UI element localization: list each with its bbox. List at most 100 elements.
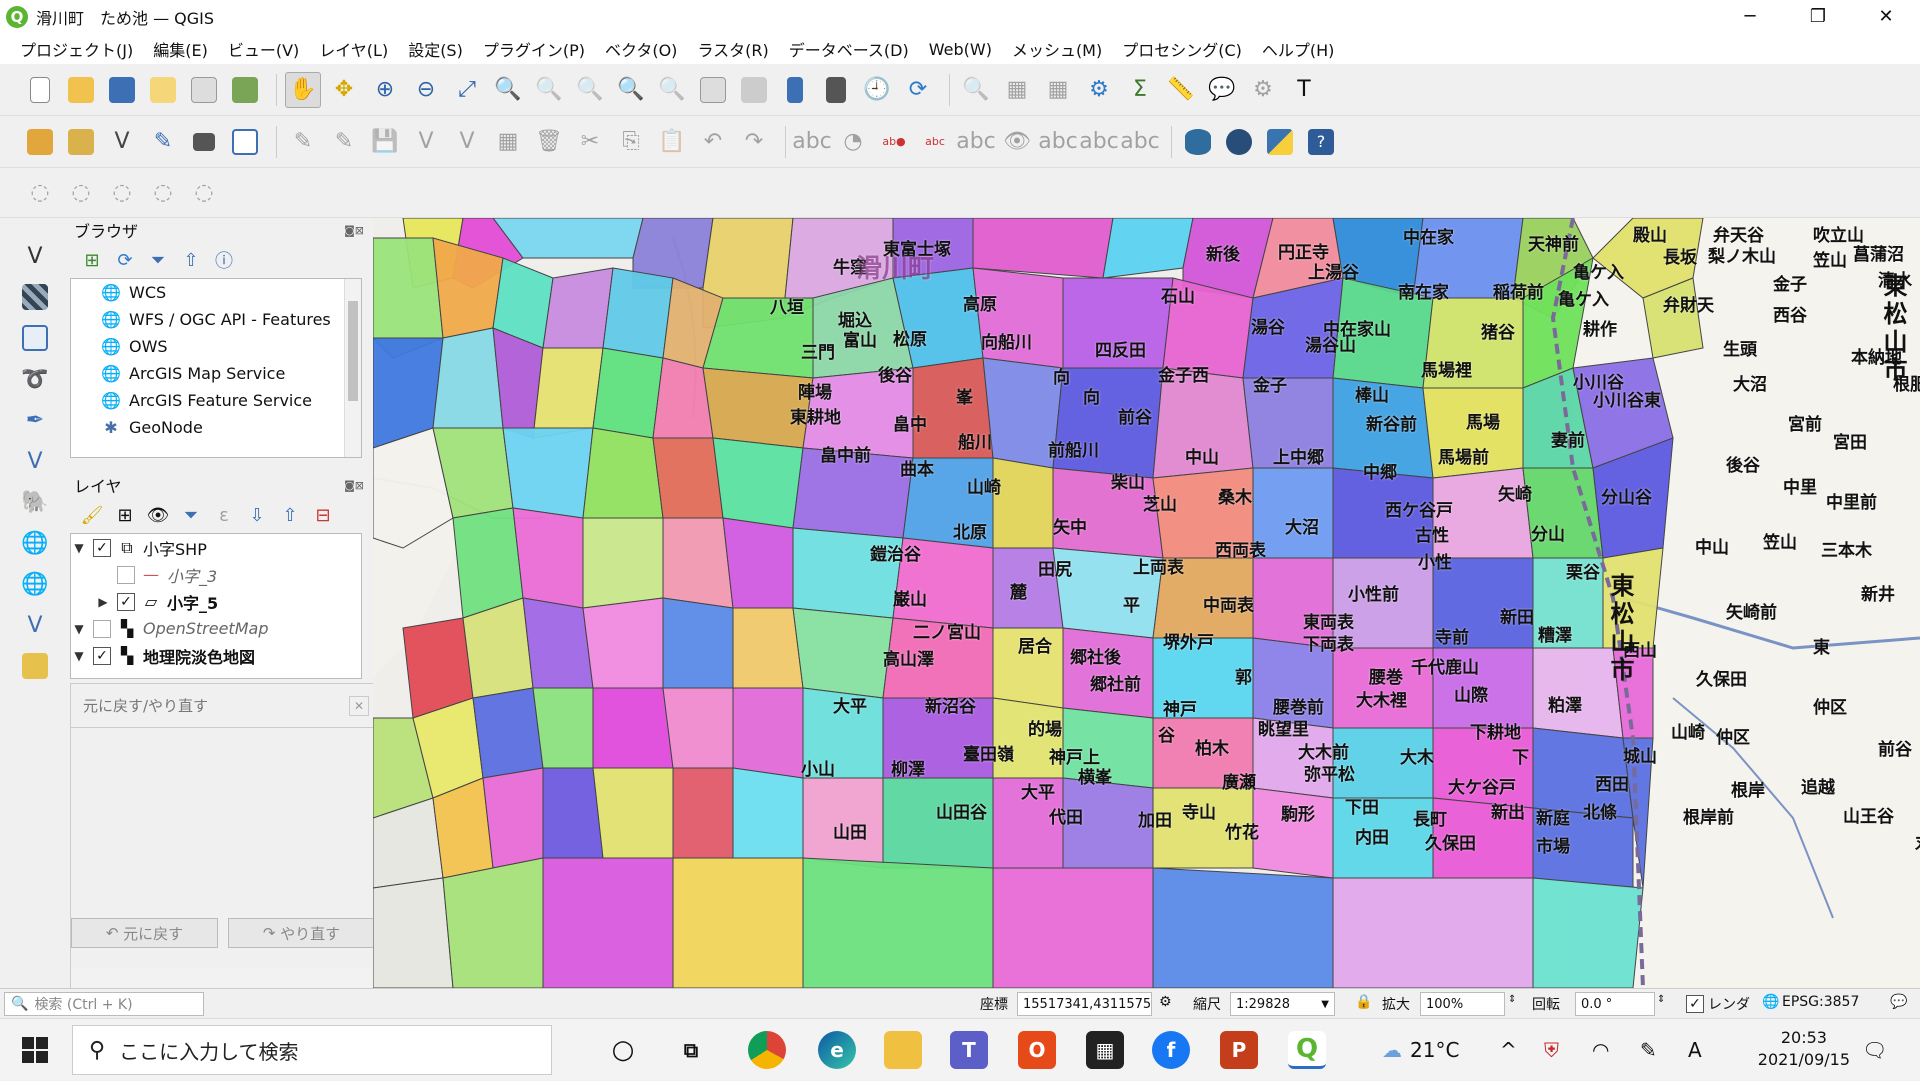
add-ring-icon[interactable]: ◌ xyxy=(22,175,58,211)
move-label-icon[interactable]: abc xyxy=(1038,124,1078,160)
new-print-layout-icon[interactable] xyxy=(145,72,181,108)
layer-group-row[interactable]: ▼ ✓ ⧉ 小字SHP xyxy=(71,534,361,561)
cut-features-icon[interactable]: ✂ xyxy=(572,124,608,160)
edge-icon[interactable]: e xyxy=(818,1031,856,1069)
browser-tree[interactable]: 🌐 WCS 🌐 WFS / OGC API - Features 🌐 OWS 🌐 Arc… xyxy=(70,278,362,458)
system-clock[interactable]: 20:53 2021/09/15 xyxy=(1758,1027,1850,1071)
add-wfs-icon[interactable]: 🌐 xyxy=(17,566,53,602)
browser-item[interactable]: 🌐 OWS xyxy=(71,333,361,360)
facebook-icon[interactable]: f xyxy=(1152,1031,1190,1069)
coordinate-toggle-icon[interactable]: ⚙ xyxy=(1159,994,1172,1010)
digitize-icon[interactable]: ✎ xyxy=(145,124,181,160)
zoom-last-icon[interactable]: 🔍 xyxy=(613,72,649,108)
paste-features-icon[interactable]: 📋 xyxy=(654,124,690,160)
menu-mesh[interactable]: メッシュ(M) xyxy=(1002,37,1112,61)
scale-select[interactable]: 1:29828 ▼ xyxy=(1230,992,1335,1016)
spatial-bookmark-icon[interactable] xyxy=(777,72,813,108)
menu-raster[interactable]: ラスタ(R) xyxy=(687,37,778,61)
pan-to-selection-icon[interactable]: ✥ xyxy=(326,72,362,108)
menu-plugins[interactable]: プラグイン(P) xyxy=(473,37,595,61)
add-vector-layer-icon[interactable]: V xyxy=(104,124,140,160)
add-postgis-icon[interactable]: 🐘 xyxy=(17,484,53,520)
crs-globe-icon[interactable]: 🌐 xyxy=(1762,994,1779,1010)
maximize-button[interactable]: ❐ xyxy=(1784,0,1852,34)
layer-checkbox[interactable]: ✓ xyxy=(93,646,111,665)
layer-row[interactable]: — 小字_3 xyxy=(71,561,361,588)
windows-start-icon[interactable] xyxy=(22,1037,48,1063)
browser-item[interactable]: 🌐 WCS xyxy=(71,279,361,306)
filter-expression-icon[interactable]: ε xyxy=(210,501,238,529)
menu-processing[interactable]: プロセシング(C) xyxy=(1112,37,1252,61)
new-bookmark-icon[interactable] xyxy=(695,72,731,108)
lock-icon[interactable]: 🔒 xyxy=(1355,994,1372,1010)
add-group-icon[interactable]: ⊞ xyxy=(111,501,139,529)
statistics-icon[interactable]: Σ xyxy=(1122,72,1158,108)
horizontal-scrollbar[interactable] xyxy=(71,968,371,988)
temporal-controller-icon[interactable]: 🕘 xyxy=(859,72,895,108)
filter-browser-icon[interactable]: ⏷ xyxy=(144,246,172,274)
zoom-to-selection-icon[interactable]: 🔍 xyxy=(490,72,526,108)
ime-indicator[interactable]: A xyxy=(1688,1019,1702,1081)
new-shapefile-icon[interactable] xyxy=(17,648,53,684)
add-mesh-icon[interactable] xyxy=(17,320,53,356)
select-features-icon[interactable]: ⚙ xyxy=(1245,72,1281,108)
layout-manager-icon[interactable] xyxy=(186,72,222,108)
zoom-native-icon[interactable]: 🔍 xyxy=(572,72,608,108)
toggle-editing-icon[interactable]: ✎ xyxy=(285,124,321,160)
cortana-icon[interactable]: ○ xyxy=(604,1031,642,1069)
add-vector-icon[interactable]: V xyxy=(17,238,53,274)
new-project-icon[interactable] xyxy=(22,72,58,108)
label-toolbar-icon[interactable]: abc xyxy=(792,124,832,160)
collapse-all-layers-icon[interactable]: ⇧ xyxy=(276,501,304,529)
measure-icon[interactable]: 📏 xyxy=(1163,72,1199,108)
magnifier-spinbox[interactable]: 100% xyxy=(1420,992,1505,1016)
layer-checkbox[interactable] xyxy=(93,619,111,638)
delete-selected-icon[interactable]: 🗑 xyxy=(531,124,567,160)
layer-checkbox[interactable]: ✓ xyxy=(117,592,135,611)
info-icon[interactable]: ⓘ xyxy=(210,246,238,274)
office-icon[interactable]: O xyxy=(1018,1031,1056,1069)
expand-arrow-icon[interactable]: ▶ xyxy=(95,595,111,609)
spin-arrows-icon[interactable]: ⇕ xyxy=(1508,994,1516,1005)
undo-button[interactable]: ↶ 元に戻す xyxy=(71,918,218,948)
zoom-full-icon[interactable]: ⤢ xyxy=(449,72,485,108)
rotation-spinbox[interactable]: 0.0 ° xyxy=(1575,992,1655,1016)
pin-label-icon[interactable]: abc xyxy=(956,124,996,160)
expand-all-icon[interactable]: ⇩ xyxy=(243,501,271,529)
close-icon[interactable]: ✕ xyxy=(349,695,369,716)
zoom-to-layer-icon[interactable]: 🔍 xyxy=(531,72,567,108)
layer-row[interactable]: ▼ ✓ ▚ 地理院淡色地図 xyxy=(71,642,361,669)
copy-features-icon[interactable]: ⎘ xyxy=(613,124,649,160)
manage-visibility-icon[interactable]: 👁 xyxy=(144,501,172,529)
layer-row[interactable]: ▶ ✓ ▱ 小字_5 xyxy=(71,588,361,615)
save-project-icon[interactable] xyxy=(104,72,140,108)
browser-item[interactable]: 🌐 ArcGIS Feature Service xyxy=(71,387,361,414)
python-console-icon[interactable] xyxy=(1262,124,1298,160)
refresh-icon[interactable]: ⟳ xyxy=(900,72,936,108)
style-manager-icon[interactable] xyxy=(227,72,263,108)
weather-widget[interactable]: ☁ 21°C xyxy=(1382,1019,1459,1081)
refresh-browser-icon[interactable]: ⟳ xyxy=(111,246,139,274)
undo-icon[interactable]: ↶ xyxy=(695,124,731,160)
menu-vector[interactable]: ベクタ(O) xyxy=(595,37,687,61)
db-manager-icon[interactable] xyxy=(1180,124,1216,160)
add-wms-icon[interactable]: 🌐 xyxy=(17,525,53,561)
open-project-icon[interactable] xyxy=(63,72,99,108)
minimize-button[interactable]: ─ xyxy=(1716,0,1784,34)
fill-ring-icon[interactable]: ◌ xyxy=(104,175,140,211)
add-feature-icon[interactable]: V xyxy=(408,124,444,160)
menu-settings[interactable]: 設定(S) xyxy=(398,37,473,61)
render-checkbox[interactable]: ✓ xyxy=(1686,995,1704,1013)
highlight-pinned-labels-icon[interactable]: ab● xyxy=(876,124,912,160)
panel-float-close-icon[interactable]: ◙⊠ xyxy=(344,224,364,237)
layer-styling-icon[interactable]: 🖌 xyxy=(78,501,106,529)
menu-layer[interactable]: レイヤ(L) xyxy=(309,37,398,61)
add-wcs-icon[interactable]: V xyxy=(17,607,53,643)
toolbox-icon[interactable]: ⚙ xyxy=(1081,72,1117,108)
vertex-tool-icon[interactable] xyxy=(227,124,263,160)
zoom-in-icon[interactable]: ⊕ xyxy=(367,72,403,108)
menu-edit[interactable]: 編集(E) xyxy=(143,37,218,61)
show-hide-label-icon[interactable]: 👁 xyxy=(999,124,1035,160)
bookmarks-manager-icon[interactable] xyxy=(818,72,854,108)
split-features-icon[interactable]: ◌ xyxy=(186,175,222,211)
